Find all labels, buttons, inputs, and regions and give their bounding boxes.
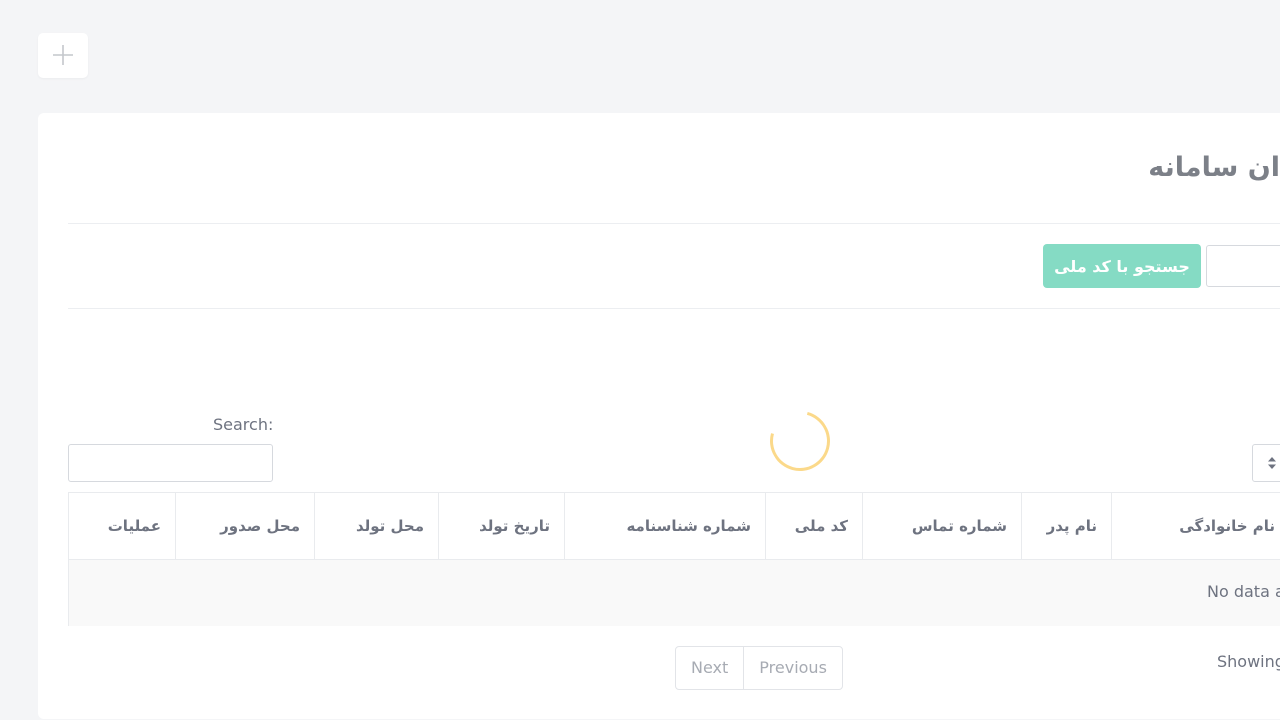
previous-page-button[interactable]: Previous [744, 647, 842, 689]
column-header-phone[interactable]: شماره تماس [862, 493, 1021, 559]
column-header-issue-place[interactable]: محل صدور [175, 493, 314, 559]
empty-table-message: No data a [1207, 582, 1280, 601]
page-length-select[interactable] [1252, 444, 1280, 482]
pagination: Next Previous [675, 646, 843, 690]
column-header-father-name[interactable]: نام پدر [1021, 493, 1111, 559]
search-by-national-code-button[interactable]: جستجو با کد ملی [1043, 244, 1201, 288]
data-table: عملیات محل صدور محل تولد تاریخ تولد شمار… [68, 492, 1280, 626]
table-search-label: Search: [213, 415, 274, 434]
loading-spinner-icon [759, 400, 841, 482]
next-page-button[interactable]: Next [676, 647, 745, 689]
column-header-birth-date[interactable]: تاریخ تولد [438, 493, 564, 559]
column-header-id-number[interactable]: شماره شناسنامه [564, 493, 765, 559]
national-code-input[interactable] [1206, 245, 1280, 287]
column-header-last-name[interactable]: نام خانوادگی [1111, 493, 1280, 559]
title-divider [68, 223, 1280, 224]
main-card: ان سامانه جستجو با کد ملی Search: عملیات… [38, 113, 1280, 719]
column-header-actions[interactable]: عملیات [69, 493, 175, 559]
table-info: Showing [1217, 652, 1280, 671]
column-header-birth-place[interactable]: محل تولد [314, 493, 438, 559]
add-button[interactable] [38, 33, 88, 78]
sort-arrows-icon [1268, 457, 1276, 469]
plus-icon [53, 45, 73, 65]
table-empty-row: No data a [69, 559, 1280, 626]
form-divider [68, 308, 1280, 309]
page-title: ان سامانه [1148, 152, 1280, 183]
table-search-input[interactable] [68, 444, 273, 482]
column-header-national-code[interactable]: کد ملی [765, 493, 862, 559]
